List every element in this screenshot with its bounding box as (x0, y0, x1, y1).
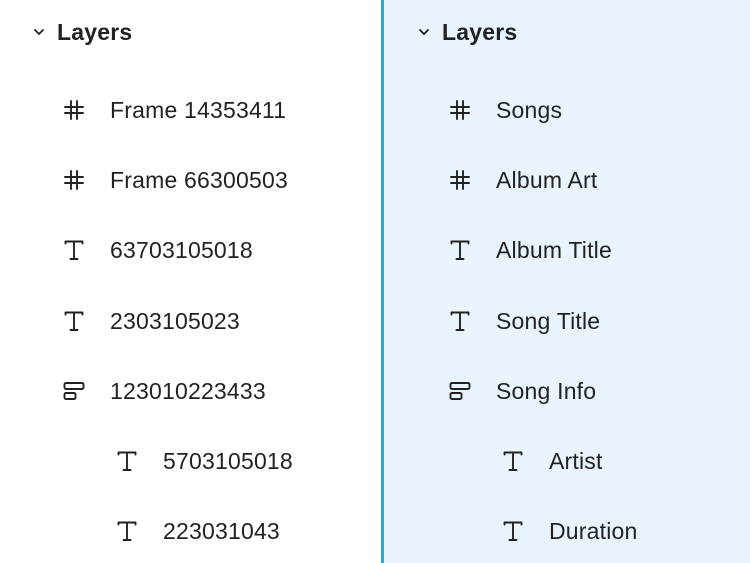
layer-label: 223031043 (163, 517, 280, 544)
layers-comparison: Layers Frame 14353411 Frame 66300503 63703… (0, 0, 750, 563)
layers-header-label: Layers (442, 18, 518, 45)
text-icon (113, 447, 141, 475)
layer-label: 123010223433 (110, 377, 266, 404)
layer-label: Frame 14353411 (110, 96, 287, 123)
layer-label: 5703105018 (163, 447, 293, 474)
layer-label: 63703105018 (110, 236, 253, 263)
layers-header[interactable]: Layers (30, 12, 132, 52)
layer-row[interactable]: Album Title (446, 228, 612, 272)
layer-label: Album Art (496, 166, 598, 193)
text-icon (113, 517, 141, 545)
layer-label: Song Info (496, 377, 597, 404)
layer-row[interactable]: Songs (446, 88, 562, 132)
layer-row[interactable]: Song Title (446, 299, 600, 343)
text-icon (446, 307, 474, 335)
frame-hash-icon (446, 166, 474, 194)
layer-row[interactable]: 5703105018 (113, 439, 293, 483)
frame-hash-icon (60, 166, 88, 194)
layers-panel-named: Layers Songs Album Art Album Title Song Tit… (384, 0, 750, 563)
layer-label: 2303105023 (110, 307, 240, 334)
text-icon (446, 236, 474, 264)
layer-row[interactable]: 2303105023 (60, 299, 240, 343)
text-icon (60, 236, 88, 264)
text-icon (60, 307, 88, 335)
layer-row[interactable]: Artist (499, 439, 603, 483)
auto-layout-icon (60, 377, 88, 405)
text-icon (499, 447, 527, 475)
layer-label: Duration (549, 517, 638, 544)
auto-layout-icon (446, 377, 474, 405)
frame-hash-icon (60, 96, 88, 124)
text-icon (499, 517, 527, 545)
chevron-down-icon[interactable] (415, 23, 433, 41)
layers-header-label: Layers (57, 18, 133, 45)
chevron-down-icon[interactable] (30, 23, 48, 41)
layer-row[interactable]: Album Art (446, 158, 598, 202)
layer-label: Artist (549, 447, 603, 474)
layer-label: Frame 66300503 (110, 166, 288, 193)
frame-hash-icon (446, 96, 474, 124)
layer-row[interactable]: 63703105018 (60, 228, 253, 272)
layer-row[interactable]: 123010223433 (60, 369, 266, 413)
layers-header[interactable]: Layers (415, 12, 517, 52)
layer-row[interactable]: Song Info (446, 369, 596, 413)
layer-row[interactable]: 223031043 (113, 509, 280, 553)
layer-row[interactable]: Frame 66300503 (60, 158, 288, 202)
layer-row[interactable]: Duration (499, 509, 638, 553)
layer-label: Song Title (496, 307, 601, 334)
layer-row[interactable]: Frame 14353411 (60, 88, 286, 132)
layer-label: Songs (496, 96, 563, 123)
layers-panel-unnamed: Layers Frame 14353411 Frame 66300503 63703… (0, 0, 381, 563)
layer-label: Album Title (496, 236, 612, 263)
